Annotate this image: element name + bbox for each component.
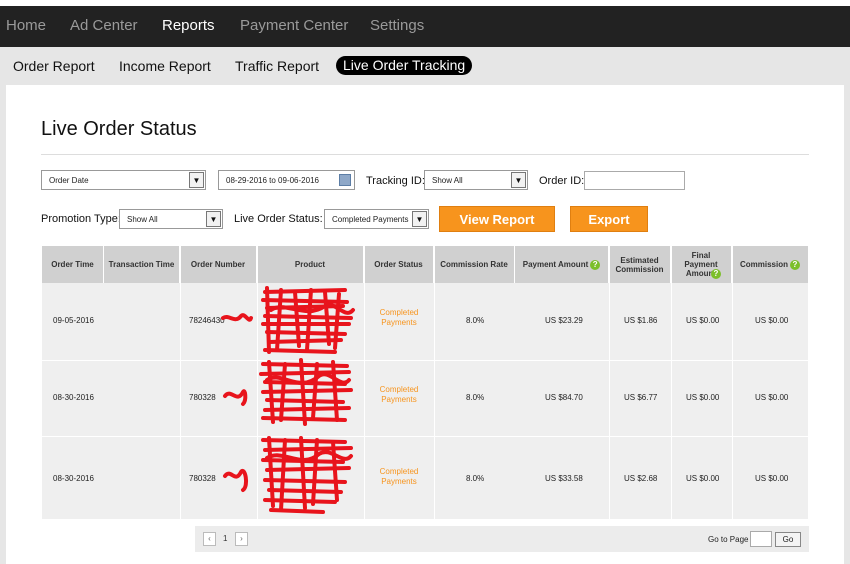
next-page-button[interactable]: › [235, 532, 248, 546]
order-status-cell: Completed Payments [364, 308, 434, 328]
col-commission-label: Commission [739, 260, 788, 269]
col-product[interactable]: Product [257, 246, 364, 283]
col-order-status[interactable]: Order Status [364, 246, 434, 283]
col-commission[interactable]: Commission? [732, 246, 808, 283]
date-range-picker[interactable]: 08-29-2016 to 09-06-2016 [218, 170, 355, 190]
table-row[interactable]: 09-05-2016 78246430 Completed Payments 8.… [42, 283, 808, 360]
promotion-type-select[interactable]: Show All ▼ [119, 209, 223, 229]
live-order-status-select[interactable]: Completed Payments ▼ [324, 209, 429, 229]
payment-amount-cell: US $23.29 [545, 316, 583, 325]
view-report-button[interactable]: View Report [439, 206, 555, 232]
pagination-bar: ‹ 1 › Go to Page Go [195, 526, 809, 552]
tab-live-order-tracking[interactable]: Live Order Tracking [336, 56, 473, 75]
col-order-number[interactable]: Order Number [180, 246, 257, 283]
commission-cell: US $0.00 [755, 393, 789, 402]
nav-ad-center[interactable]: Ad Center [70, 17, 138, 34]
column-divider [434, 246, 435, 519]
tab-income-report[interactable]: Income Report [119, 58, 211, 74]
calendar-icon[interactable] [339, 174, 351, 186]
order-status-line2: Payments [381, 318, 417, 327]
nav-reports[interactable]: Reports [162, 17, 215, 34]
order-time-cell: 08-30-2016 [53, 474, 94, 483]
nav-home[interactable]: Home [6, 17, 46, 34]
top-navigation: Home Ad Center Reports Payment Center Se… [0, 6, 850, 47]
date-range-value: 08-29-2016 to 09-06-2016 [226, 176, 319, 185]
table-row[interactable]: 08-30-2016 780328 Completed Payments 8.0%… [42, 361, 808, 436]
tracking-id-select[interactable]: Show All ▼ [424, 170, 528, 190]
commission-cell: US $0.00 [755, 474, 789, 483]
chevron-down-icon: ▼ [511, 172, 526, 188]
chevron-down-icon: ▼ [206, 211, 221, 227]
column-divider [180, 246, 181, 519]
help-icon[interactable]: ? [711, 268, 721, 279]
payment-amount-cell: US $33.58 [545, 474, 583, 483]
order-date-select[interactable]: Order Date ▼ [41, 170, 206, 190]
order-time-cell: 08-30-2016 [53, 393, 94, 402]
goto-page-label: Go to Page [708, 535, 749, 544]
page-title: Live Order Status [41, 118, 197, 140]
order-status-line2: Payments [381, 395, 417, 404]
nav-payment-center[interactable]: Payment Center [240, 17, 348, 34]
tab-traffic-report[interactable]: Traffic Report [235, 58, 319, 74]
order-status-cell: Completed Payments [364, 385, 434, 405]
table-row[interactable]: 08-30-2016 780328 Completed Payments 8.0%… [42, 437, 808, 519]
col-order-time[interactable]: Order Time [42, 246, 104, 283]
column-divider [671, 246, 672, 519]
title-divider [41, 154, 809, 155]
chevron-down-icon: ▼ [189, 172, 204, 188]
chevron-down-icon: ▼ [412, 211, 427, 227]
help-icon[interactable]: ? [790, 259, 800, 270]
promotion-type-label: Promotion Type: [41, 213, 121, 225]
commission-cell: US $0.00 [755, 316, 789, 325]
commission-rate-cell: 8.0% [466, 474, 485, 483]
order-number-cell[interactable]: 780328 [189, 474, 216, 483]
col-payment-amount[interactable]: Payment Amount? [515, 246, 609, 283]
live-order-status-label: Live Order Status: [234, 213, 323, 225]
column-divider [609, 246, 610, 519]
payment-amount-cell: US $84.70 [545, 393, 583, 402]
order-status-line1: Completed [379, 308, 419, 317]
table-header: Order Time Transaction Time Order Number… [42, 246, 808, 283]
final-payment-cell: US $0.00 [686, 474, 720, 483]
col-payment-amount-label: Payment Amount [522, 260, 589, 269]
order-status-cell: Completed Payments [364, 467, 434, 487]
promotion-type-select-value: Show All [127, 215, 158, 224]
estimated-commission-cell: US $2.68 [624, 474, 658, 483]
redaction-scribble [221, 286, 355, 514]
order-status-line2: Payments [381, 477, 417, 486]
sub-navigation: Order Report Income Report Traffic Repor… [0, 47, 850, 85]
tracking-id-select-value: Show All [432, 176, 463, 185]
estimated-commission-cell: US $6.77 [624, 393, 658, 402]
column-divider [732, 246, 733, 519]
order-status-line1: Completed [379, 385, 419, 394]
current-page-number: 1 [223, 534, 228, 543]
final-payment-cell: US $0.00 [686, 316, 720, 325]
tab-order-report[interactable]: Order Report [13, 58, 95, 74]
col-estimated-commission[interactable]: Estimated Commission [609, 246, 671, 283]
final-payment-cell: US $0.00 [686, 393, 720, 402]
goto-page-input[interactable] [750, 531, 772, 547]
help-icon[interactable]: ? [590, 259, 601, 270]
order-time-cell: 09-05-2016 [53, 316, 94, 325]
col-commission-rate[interactable]: Commission Rate [434, 246, 515, 283]
commission-rate-cell: 8.0% [466, 316, 485, 325]
tracking-id-label: Tracking ID: [366, 175, 425, 187]
col-final-payment-amount[interactable]: Final Payment Amount? [671, 246, 732, 283]
estimated-commission-cell: US $1.86 [624, 316, 658, 325]
go-button[interactable]: Go [775, 532, 801, 547]
commission-rate-cell: 8.0% [466, 393, 485, 402]
order-id-input[interactable] [584, 171, 685, 190]
nav-settings[interactable]: Settings [370, 17, 424, 34]
order-number-cell[interactable]: 780328 [189, 393, 216, 402]
export-button[interactable]: Export [570, 206, 648, 232]
order-status-line1: Completed [379, 467, 419, 476]
order-id-label: Order ID: [539, 175, 585, 187]
col-transaction-time[interactable]: Transaction Time [104, 246, 180, 283]
prev-page-button[interactable]: ‹ [203, 532, 216, 546]
live-order-status-select-value: Completed Payments [332, 215, 409, 224]
order-date-select-value: Order Date [49, 176, 89, 185]
